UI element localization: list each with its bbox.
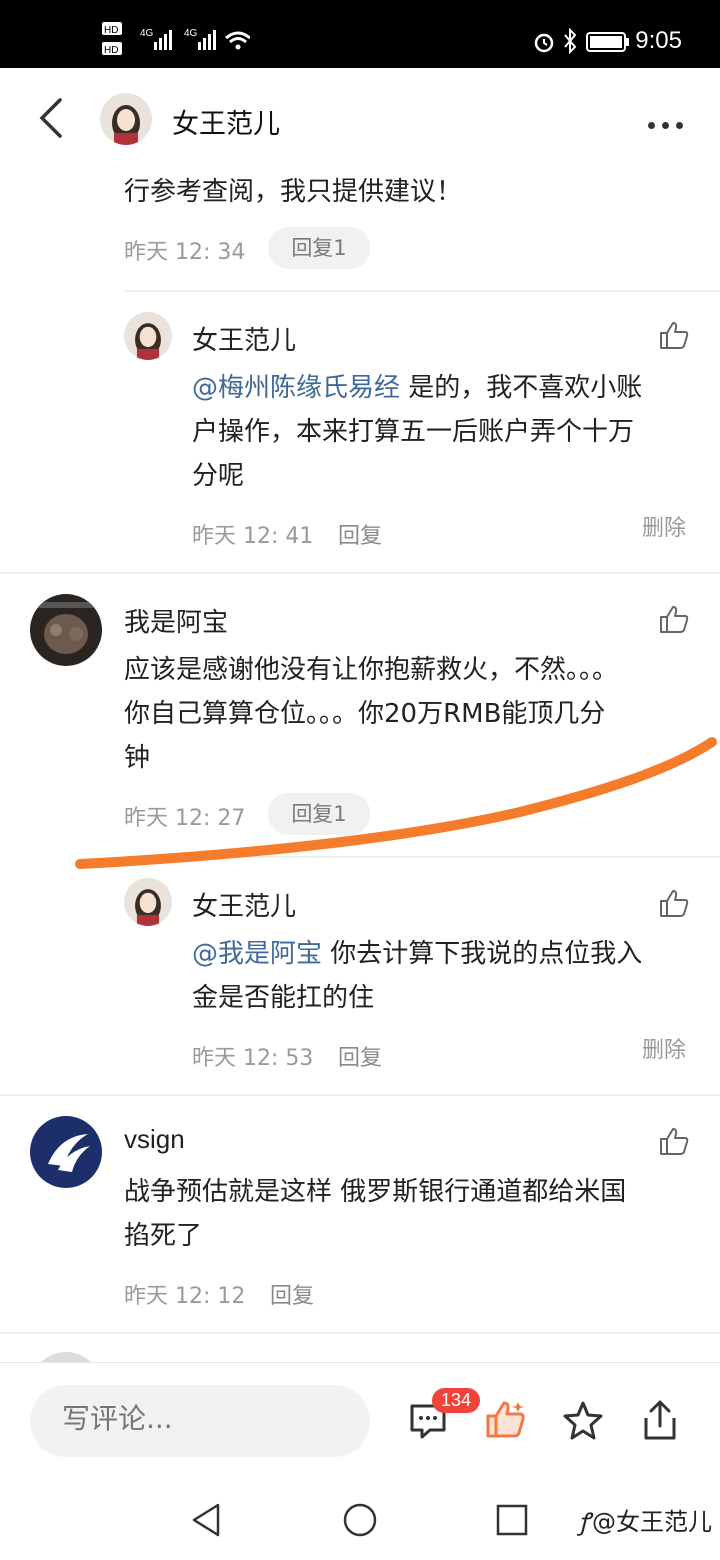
delete-button[interactable]: 删除 xyxy=(642,510,686,542)
watermark-text: @女王范儿 xyxy=(592,1508,712,1536)
reply-button[interactable]: 回复 xyxy=(270,1278,314,1310)
like-icon[interactable] xyxy=(658,604,690,634)
avatar[interactable] xyxy=(30,594,102,666)
comment-body: @梅州陈缘氏易经 是的，我不喜欢小账 户操作，本来打算五一后账户弄个十万 分呢 xyxy=(192,366,692,498)
comment-text: 是的，我不喜欢小账 xyxy=(400,373,643,403)
comment-text: 分呢 xyxy=(192,461,245,491)
divider xyxy=(0,1094,720,1096)
divider xyxy=(124,290,720,292)
svg-text:4G: 4G xyxy=(184,28,198,39)
comment-time: 昨天 12: 41 xyxy=(192,524,314,549)
reply-count-button[interactable]: 回复1 xyxy=(268,227,370,269)
svg-text:HD: HD xyxy=(104,45,118,56)
nav-recents-icon[interactable] xyxy=(496,1504,528,1536)
comment-text: 你去计算下我说的点位我入 xyxy=(322,939,643,969)
comment-text: 应该是感谢他没有让你抱薪救火，不然。。。 xyxy=(124,655,619,685)
comment-input[interactable] xyxy=(30,1385,370,1457)
comment-text: 行参考查阅，我只提供建议！ xyxy=(124,177,463,207)
comment-author[interactable]: 女王范儿 xyxy=(192,886,296,923)
comment-time: 昨天 12: 53 xyxy=(192,1046,314,1071)
like-icon[interactable] xyxy=(658,888,690,918)
avatar[interactable] xyxy=(124,312,172,360)
like-active-icon[interactable] xyxy=(484,1398,526,1440)
delete-button[interactable]: 删除 xyxy=(642,1032,686,1064)
comment-time: 昨天 12: 34 xyxy=(124,240,246,265)
svg-text:4G: 4G xyxy=(140,28,154,39)
battery-icon xyxy=(586,32,629,52)
comment-body: 战争预估就是这样 俄罗斯银行通道都给米国 掐死了 xyxy=(124,1170,704,1258)
author-avatar[interactable] xyxy=(100,93,152,145)
bluetooth-icon xyxy=(564,28,577,54)
back-arrow-icon[interactable] xyxy=(36,98,68,138)
divider xyxy=(0,572,720,574)
more-options-icon[interactable] xyxy=(648,114,690,133)
share-icon[interactable] xyxy=(640,1398,680,1442)
svg-text:HD: HD xyxy=(104,25,118,36)
reply-button[interactable]: 回复 xyxy=(338,1040,382,1072)
comment-text: 户操作，本来打算五一后账户弄个十万 xyxy=(192,417,635,447)
comment-author[interactable]: 女王范儿 xyxy=(192,320,296,357)
divider xyxy=(0,1332,720,1334)
like-icon[interactable] xyxy=(658,1126,690,1156)
avatar[interactable] xyxy=(124,878,172,926)
comment-input-field[interactable] xyxy=(60,1401,344,1436)
comment-text: 掐死了 xyxy=(124,1221,203,1251)
orange-underline-annotation xyxy=(75,737,717,869)
avatar[interactable] xyxy=(30,1116,102,1188)
status-bar: HD HD 4G 4G 9:05 xyxy=(0,0,720,68)
comment-count-badge: 134 xyxy=(432,1388,481,1413)
comment-text: 金是否能扛的住 xyxy=(192,983,375,1013)
clock: 9:05 xyxy=(635,27,682,54)
nav-home-icon[interactable] xyxy=(342,1502,378,1538)
comment-author[interactable]: 我是阿宝 xyxy=(124,602,228,639)
nav-back-icon[interactable] xyxy=(190,1502,222,1538)
favorite-star-icon[interactable] xyxy=(562,1400,604,1442)
page-title: 女王范儿 xyxy=(172,109,280,140)
reply-button[interactable]: 回复 xyxy=(338,518,382,550)
comment-body: @我是阿宝 你去计算下我说的点位我入 金是否能扛的住 xyxy=(192,932,692,1020)
comment-time: 昨天 12: 12 xyxy=(124,1284,246,1309)
alarm-icon xyxy=(534,33,554,53)
comment-author[interactable]: vsign xyxy=(124,1124,185,1155)
watermark: ꝭ@女王范儿 xyxy=(578,1508,712,1536)
hd-signal-icons: HD HD 4G 4G xyxy=(102,22,250,56)
like-icon[interactable] xyxy=(658,320,690,350)
mention-link[interactable]: @我是阿宝 xyxy=(192,939,322,969)
comment-text: 战争预估就是这样 俄罗斯银行通道都给米国 xyxy=(124,1177,627,1207)
mention-link[interactable]: @梅州陈缘氏易经 xyxy=(192,373,400,403)
